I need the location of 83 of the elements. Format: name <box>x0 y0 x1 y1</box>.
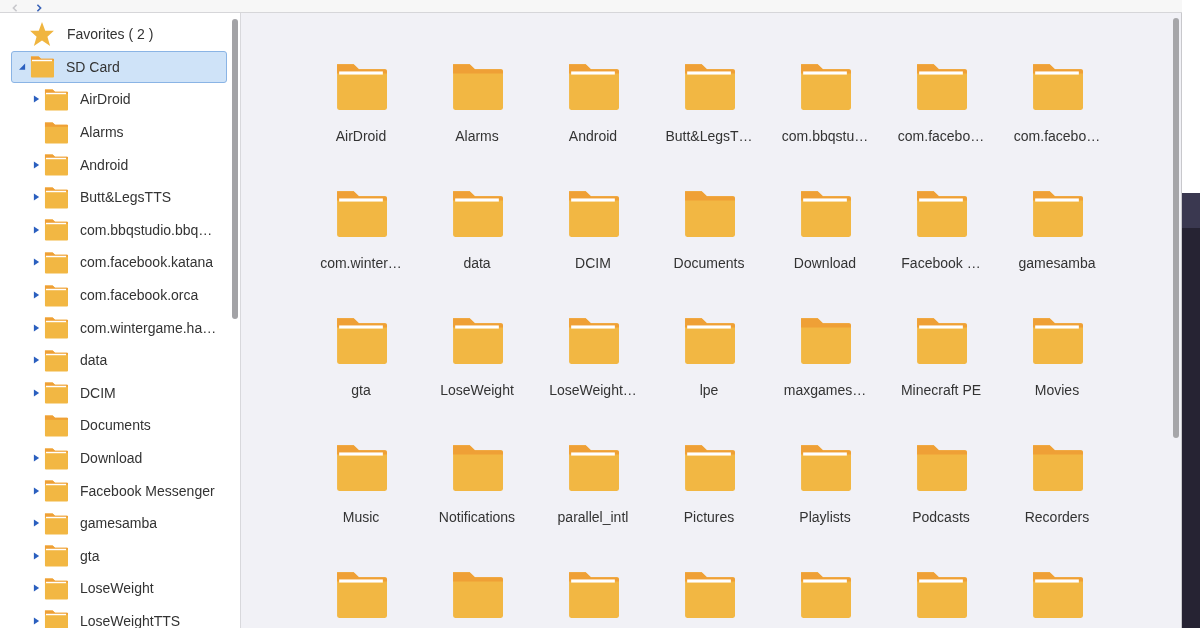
collapsed-arrow-icon[interactable] <box>32 584 40 593</box>
folder-icon <box>44 510 68 536</box>
tree-item[interactable]: LoseWeightTTS <box>80 613 181 628</box>
folder-icon <box>44 249 68 275</box>
collapsed-arrow-icon[interactable] <box>32 617 40 625</box>
tree-item[interactable]: Download <box>80 450 143 466</box>
tree-item[interactable]: com.bbqstudio.bbq… <box>80 221 213 238</box>
folder-name[interactable]: LoseWeight… <box>549 382 637 398</box>
folder-name[interactable]: com.facebo… <box>1013 128 1101 144</box>
folder-name[interactable]: data <box>463 255 491 271</box>
collapsed-arrow-icon[interactable] <box>32 258 40 267</box>
folder-name[interactable]: Android <box>568 128 618 144</box>
folder-icon <box>44 282 68 308</box>
collapsed-arrow-icon[interactable] <box>32 95 40 104</box>
favorites-item[interactable]: Favorites ( 2 ) <box>67 26 154 43</box>
folder-name[interactable]: Movies <box>1034 382 1080 398</box>
collapsed-arrow-icon[interactable] <box>32 225 40 234</box>
tree-item[interactable]: com.facebook.orca <box>80 287 199 304</box>
folder-name[interactable]: AirDroid <box>335 128 387 144</box>
folder-icon <box>44 184 68 210</box>
folder-icon <box>44 87 68 112</box>
tree-item[interactable]: com.wintergame.ha… <box>80 319 217 336</box>
folder-name[interactable]: com.bbqstu… <box>781 128 869 144</box>
collapsed-arrow-icon[interactable] <box>32 323 40 332</box>
tree-item[interactable]: DCIM <box>80 384 116 401</box>
folder-name[interactable]: Alarms <box>455 128 499 144</box>
folder-icon <box>44 478 68 504</box>
folder-icon <box>44 575 68 601</box>
folder-icon <box>44 347 68 373</box>
star-icon <box>29 21 55 48</box>
collapsed-arrow-icon[interactable] <box>32 193 40 202</box>
collapsed-arrow-icon[interactable] <box>32 160 40 169</box>
folder-name[interactable]: LoseWeight <box>440 382 514 398</box>
folder-name[interactable]: maxgames… <box>783 382 867 398</box>
folder-name[interactable]: Download <box>793 255 857 271</box>
tree-item[interactable]: gta <box>80 547 100 564</box>
folder-icon <box>44 445 68 471</box>
folder-name[interactable]: Minecraft PE <box>900 382 982 398</box>
folder-name[interactable]: gta <box>351 382 371 398</box>
collapsed-arrow-icon[interactable] <box>32 519 40 528</box>
expanded-arrow-icon[interactable] <box>18 62 26 71</box>
tree-item[interactable]: Android <box>80 156 129 173</box>
folder-icon <box>44 152 68 178</box>
folder-name[interactable]: DCIM <box>575 255 611 271</box>
collapsed-arrow-icon[interactable] <box>32 486 40 495</box>
tree-item[interactable]: AirDroid <box>80 91 131 108</box>
folder-name[interactable]: Playlists <box>799 509 851 525</box>
folder-icon <box>44 119 68 145</box>
tree-item[interactable]: gamesamba <box>80 515 158 532</box>
collapsed-arrow-icon[interactable] <box>32 454 40 462</box>
folder-icon <box>44 543 68 569</box>
folder-name[interactable]: Podcasts <box>912 509 970 525</box>
tree-item[interactable]: SD Card <box>11 50 227 84</box>
folder-icon <box>44 380 68 406</box>
folder-icon <box>44 315 68 341</box>
folder-name[interactable]: lpe <box>699 382 719 398</box>
folder-name[interactable]: Butt&LegsT… <box>665 128 753 144</box>
folder-icon <box>30 54 54 80</box>
tree-item[interactable]: Butt&LegsTTS <box>80 189 172 206</box>
collapsed-arrow-icon[interactable] <box>32 291 40 300</box>
collapsed-arrow-icon[interactable] <box>32 551 40 560</box>
collapsed-arrow-icon[interactable] <box>32 356 40 365</box>
folder-icon <box>44 217 68 243</box>
folder-name[interactable]: Recorders <box>1024 509 1090 525</box>
tree-item[interactable]: Alarms <box>80 124 124 141</box>
folder-name[interactable]: Notifications <box>438 509 516 525</box>
tree-item[interactable]: Documents <box>80 417 151 434</box>
folder-name[interactable]: Facebook … <box>901 255 981 271</box>
collapsed-arrow-icon[interactable] <box>32 388 40 397</box>
scrollbar[interactable] <box>1173 18 1179 438</box>
scrollbar[interactable] <box>232 19 238 319</box>
folder-name[interactable]: parallel_intl <box>557 509 629 525</box>
tree-item[interactable]: data <box>80 352 108 369</box>
tree-item[interactable]: LoseWeight <box>80 580 154 597</box>
folder-name[interactable]: com.winter… <box>320 255 402 271</box>
folder-name[interactable]: Pictures <box>683 509 735 525</box>
tree-item[interactable]: Facebook Messenger <box>80 482 215 499</box>
folder-name[interactable]: gamesamba <box>1018 255 1096 271</box>
folder-name[interactable]: Documents <box>673 255 745 271</box>
folder-icon <box>44 412 68 438</box>
tree-item[interactable]: com.facebook.katana <box>80 254 214 271</box>
folder-name[interactable]: com.facebo… <box>897 128 985 144</box>
folder-name[interactable]: Music <box>342 509 380 525</box>
